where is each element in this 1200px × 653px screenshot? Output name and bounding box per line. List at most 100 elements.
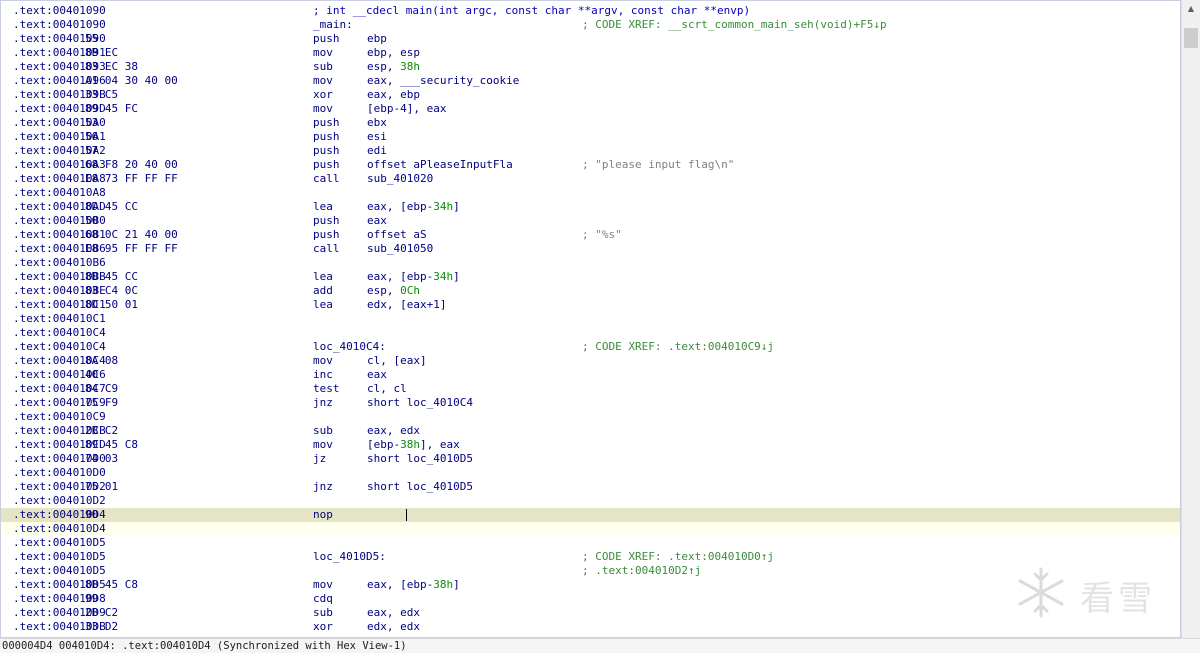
instruction-operands[interactable]: offset aPleaseInputFla	[367, 158, 513, 172]
disasm-line[interactable]: .text:004010C4 loc_4010C4: ; CODE XREF: .t…	[1, 340, 1180, 354]
disasm-line[interactable]: .text:004010D5 ; .text:004010D2↑j	[1, 564, 1180, 578]
disasm-line[interactable]: .text:004010C4	[1, 326, 1180, 340]
line-address[interactable]: .text:004010C9	[13, 410, 106, 424]
line-address[interactable]: .text:004010A8	[13, 186, 106, 200]
instruction-operands[interactable]: ebp	[367, 32, 387, 46]
disasm-line[interactable]: .text:004010BE 83 C4 0C add esp, 0Ch	[1, 284, 1180, 298]
line-address[interactable]: .text:00401090	[13, 4, 106, 18]
disasm-line[interactable]: .text:004010A3 68 F8 20 40 00 push offset a…	[1, 158, 1180, 172]
instruction-operands[interactable]: cl, [eax]	[367, 354, 427, 368]
disasm-line[interactable]: .text:004010B6	[1, 256, 1180, 270]
line-address[interactable]: .text:004010D2	[13, 494, 106, 508]
disasm-line[interactable]: .text:004010B6 E8 95 FF FF FF call sub_4010…	[1, 242, 1180, 256]
instruction-operands[interactable]: eax, ___security_cookie	[367, 74, 519, 88]
instruction-operands[interactable]: [ebp-38h], eax	[367, 438, 460, 452]
line-address[interactable]: .text:004010D5	[13, 564, 106, 578]
instruction-operands[interactable]: eax, [ebp-38h]	[367, 578, 460, 592]
disasm-line[interactable]: .text:004010D5	[1, 536, 1180, 550]
disasm-line[interactable]: .text:004010CD 89 45 C8 mov [ebp-38h], eax	[1, 438, 1180, 452]
line-address[interactable]: .text:00401090	[13, 18, 106, 32]
instruction-operands[interactable]: [ebp-4], eax	[367, 102, 446, 116]
instruction-operands[interactable]: eax, edx	[367, 424, 420, 438]
instruction-operands[interactable]: eax, ebp	[367, 88, 420, 102]
disasm-line-selected[interactable]: .text:004010D4 90 nop	[1, 508, 1180, 522]
scroll-up-arrow-icon[interactable]: ▲	[1182, 0, 1200, 17]
snowflake-icon	[1018, 567, 1064, 618]
instruction-operands[interactable]: eax, [ebp-34h]	[367, 270, 460, 284]
instruction-operands[interactable]: ebx	[367, 116, 387, 130]
disasm-line[interactable]: .text:004010D2	[1, 494, 1180, 508]
instruction-operands[interactable]: ebp, esp	[367, 46, 420, 60]
disasm-line[interactable]: .text:0040109B 33 C5 xor eax, ebp	[1, 88, 1180, 102]
disasm-line[interactable]: .text:004010D4	[1, 522, 1180, 536]
disasm-line[interactable]: .text:004010D2 75 01 jnz short loc_4010D5	[1, 480, 1180, 494]
instruction-operands[interactable]: cl, cl	[367, 382, 407, 396]
disasm-line[interactable]: .text:004010C9	[1, 410, 1180, 424]
vertical-scrollbar[interactable]: ▲	[1181, 0, 1200, 638]
instruction-operands[interactable]: short loc_4010D5	[367, 480, 473, 494]
instruction-operands[interactable]: eax	[367, 368, 387, 382]
disasm-line[interactable]: .text:004010CB 2B C2 sub eax, edx	[1, 424, 1180, 438]
disasm-line[interactable]: .text:004010AD 8D 45 CC lea eax, [ebp-34h]	[1, 200, 1180, 214]
line-address[interactable]: .text:004010D0	[13, 466, 106, 480]
scrollbar-thumb[interactable]	[1184, 28, 1198, 48]
disasm-line[interactable]: .text:004010BB 8D 45 CC lea eax, [ebp-34h]	[1, 270, 1180, 284]
disasm-line[interactable]: .text:004010B1 68 0C 21 40 00 push offset a…	[1, 228, 1180, 242]
disasm-line[interactable]: .text:004010C6 40 inc eax	[1, 368, 1180, 382]
disasm-line[interactable]: .text:004010D9 2B C2 sub eax, edx	[1, 606, 1180, 620]
instruction-operands[interactable]: offset aS	[367, 228, 427, 242]
line-address[interactable]: .text:004010D5	[13, 536, 106, 550]
disasm-line[interactable]: .text:004010A2 57 push edi	[1, 144, 1180, 158]
line-address[interactable]: .text:004010D4	[13, 522, 106, 536]
instruction-operands[interactable]: esp, 0Ch	[367, 284, 420, 298]
disasm-line[interactable]: .text:004010D0 74 03 jz short loc_4010D5	[1, 452, 1180, 466]
disasm-line[interactable]: .text:004010C4 8A 08 mov cl, [eax]	[1, 354, 1180, 368]
disassembly-view[interactable]: .text:00401090 ; int __cdecl main(int arg…	[0, 0, 1181, 638]
disasm-line[interactable]: .text:004010C1 8D 50 01 lea edx, [eax+1]	[1, 298, 1180, 312]
disasm-line[interactable]: .text:004010C1	[1, 312, 1180, 326]
operand-text: ebx	[367, 116, 387, 129]
instruction-operands[interactable]: eax	[367, 214, 387, 228]
line-address[interactable]: .text:004010C4	[13, 326, 106, 340]
disasm-line[interactable]: .text:00401090 ; int __cdecl main(int arg…	[1, 4, 1180, 18]
instruction-mnemonic: lea	[313, 298, 333, 311]
xref-comment: ; CODE XREF: .text:004010D0↑j	[582, 550, 775, 563]
disasm-line[interactable]: .text:004010D5 loc_4010D5: ; CODE XREF: .t…	[1, 550, 1180, 564]
disasm-line[interactable]: .text:00401093 83 EC 38 sub esp, 38h	[1, 60, 1180, 74]
instruction-operands[interactable]: esi	[367, 130, 387, 144]
line-address[interactable]: .text:004010B6	[13, 256, 106, 270]
line-address[interactable]: .text:004010C1	[13, 312, 106, 326]
disasm-line[interactable]: .text:004010A0 53 push ebx	[1, 116, 1180, 130]
opcode-bytes: 68 0C 21 40 00	[85, 228, 178, 241]
disasm-line[interactable]: .text:004010C7 84 C9 test cl, cl	[1, 382, 1180, 396]
disasm-line[interactable]: .text:004010D0	[1, 466, 1180, 480]
operand-text: eax, [ebp-	[367, 578, 434, 591]
instruction-operands[interactable]: short loc_4010C4	[367, 396, 473, 410]
disasm-line[interactable]: .text:004010D5 8B 45 C8 mov eax, [ebp-38h]	[1, 578, 1180, 592]
instruction-operands[interactable]: sub_401050	[367, 242, 433, 256]
disasm-line[interactable]: .text:004010A8 E8 73 FF FF FF call sub_4010…	[1, 172, 1180, 186]
opcode-bytes: 84 C9	[85, 382, 119, 395]
instruction-operands[interactable]: edi	[367, 144, 387, 158]
line-address[interactable]: .text:004010D5	[13, 550, 106, 564]
line-address[interactable]: .text:004010C4	[13, 340, 106, 354]
disasm-line[interactable]: .text:0040109D 89 45 FC mov [ebp-4], eax	[1, 102, 1180, 116]
disasm-line[interactable]: .text:004010B0 50 push eax	[1, 214, 1180, 228]
instruction-operands[interactable]: sub_401020	[367, 172, 433, 186]
disasm-line[interactable]: .text:004010A8	[1, 186, 1180, 200]
instruction-operands[interactable]: edx, [eax+1]	[367, 298, 446, 312]
disasm-line[interactable]: .text:004010DB 33 D2 xor edx, edx	[1, 620, 1180, 634]
instruction-operands[interactable]: eax, edx	[367, 606, 420, 620]
instruction-operands[interactable]: eax, [ebp-34h]	[367, 200, 460, 214]
disasm-line[interactable]: .text:00401096 A1 04 30 40 00 mov eax, ___s…	[1, 74, 1180, 88]
disasm-line[interactable]: .text:004010A1 56 push esi	[1, 130, 1180, 144]
opcode-bytes: 55	[85, 32, 99, 45]
disasm-line[interactable]: .text:004010D8 99 cdq	[1, 592, 1180, 606]
disasm-line[interactable]: .text:00401090 _main: ; CODE XREF: __scrt_…	[1, 18, 1180, 32]
instruction-operands[interactable]: edx, edx	[367, 620, 420, 634]
disasm-line[interactable]: .text:004010C9 75 F9 jnz short loc_4010C4	[1, 396, 1180, 410]
instruction-operands[interactable]: short loc_4010D5	[367, 452, 473, 466]
disasm-line[interactable]: .text:00401090 55 push ebp	[1, 32, 1180, 46]
instruction-operands[interactable]: esp, 38h	[367, 60, 420, 74]
disasm-line[interactable]: .text:00401091 8B EC mov ebp, esp	[1, 46, 1180, 60]
